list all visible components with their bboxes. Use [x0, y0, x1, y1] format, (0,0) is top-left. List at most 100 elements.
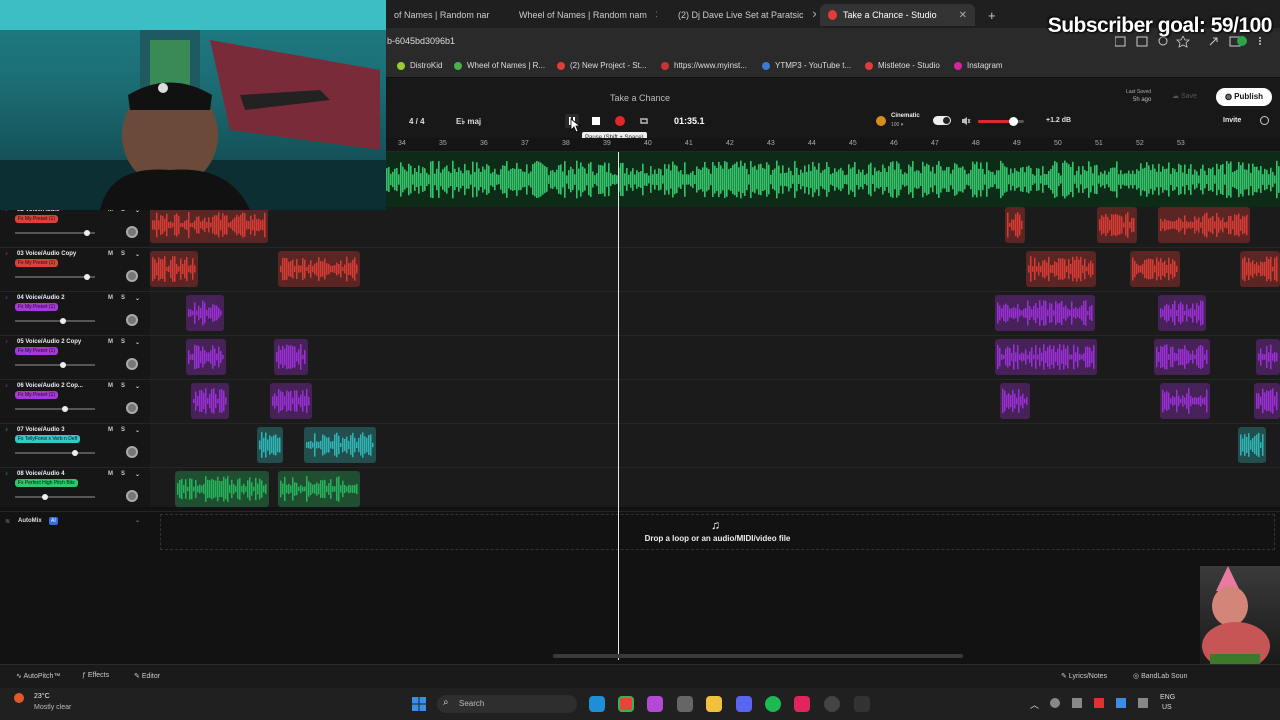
publish-button[interactable]: ◍ Publish: [1216, 88, 1272, 106]
track-name[interactable]: 05 Voice/Audio 2 Copy: [17, 339, 81, 345]
audio-clip[interactable]: [1154, 339, 1210, 375]
taskbar-search[interactable]: ⌕ Search: [437, 695, 577, 713]
audio-clip[interactable]: [1005, 207, 1025, 243]
audio-clip[interactable]: [1238, 427, 1266, 463]
track-volume-slider[interactable]: [15, 494, 95, 500]
file-explorer-icon[interactable]: [706, 696, 722, 712]
spotify-icon[interactable]: [765, 696, 781, 712]
track-lane[interactable]: [150, 336, 1280, 380]
settings-icon[interactable]: [677, 696, 693, 712]
audio-clip[interactable]: [1254, 383, 1280, 419]
track-volume-knob[interactable]: [41, 494, 48, 500]
audio-clip[interactable]: [186, 339, 226, 375]
tab-wheel-of-names-1[interactable]: of Names | Random nar ✕: [386, 4, 498, 26]
audio-clip[interactable]: [1000, 383, 1030, 419]
solo-button[interactable]: S: [121, 427, 125, 433]
timeline-ruler[interactable]: 34 35 36 37 38 39 40 41 42 43 44 45 46 47 48 49 50 51 52 53: [386, 138, 1280, 152]
track-name[interactable]: 08 Voice/Audio 4: [17, 471, 65, 477]
notifications-icon[interactable]: [1260, 116, 1269, 125]
automix-row[interactable]: ≋ AutoMix AI ⌄: [0, 513, 150, 529]
audio-clip[interactable]: [995, 295, 1095, 331]
audio-clip[interactable]: [304, 427, 376, 463]
audio-clip[interactable]: [1130, 251, 1180, 287]
close-icon[interactable]: ✕: [812, 10, 816, 21]
lyrics-notes-button[interactable]: ✎ Lyrics/Notes: [1061, 672, 1107, 680]
stop-icon[interactable]: [589, 114, 603, 128]
track-volume-slider[interactable]: [15, 230, 95, 236]
horizontal-scrollbar[interactable]: [553, 654, 963, 658]
solo-button[interactable]: S: [121, 383, 125, 389]
solo-button[interactable]: S: [121, 471, 125, 477]
track-fx-badge[interactable]: Fx My Preset (1): [15, 391, 58, 399]
track-volume-slider[interactable]: [15, 406, 95, 412]
mute-button[interactable]: M: [108, 251, 113, 257]
audio-clip[interactable]: [1240, 251, 1280, 287]
autopitch-button[interactable]: ∿ AutoPitch™: [16, 672, 60, 680]
track-header[interactable]: ♪ 04 Voice/Audio 2 Fx My Preset (1) M S ⌄: [0, 292, 150, 336]
track-header[interactable]: ♪ 08 Voice/Audio 4 Fx Perfect High Pitch B…: [0, 468, 150, 512]
solo-button[interactable]: S: [121, 339, 125, 345]
track-lane[interactable]: [150, 468, 1280, 512]
track-pan-knob[interactable]: [126, 226, 138, 238]
chevron-down-icon[interactable]: ⌄: [135, 339, 140, 346]
mute-button[interactable]: M: [108, 471, 113, 477]
weather-temp[interactable]: 23°C: [34, 693, 50, 700]
track-fx-badge[interactable]: Fx TellyFonix x Verb n Delf: [15, 435, 81, 443]
audio-clip[interactable]: [191, 383, 229, 419]
record-icon[interactable]: [613, 114, 627, 128]
audio-clip[interactable]: [175, 471, 269, 507]
audio-clip[interactable]: [995, 339, 1097, 375]
track-fx-badge[interactable]: Fx My Preset (1): [15, 303, 58, 311]
track-name[interactable]: 06 Voice/Audio 2 Cop...: [17, 383, 83, 389]
tray-icon[interactable]: [1072, 698, 1082, 708]
discord-icon[interactable]: [736, 696, 752, 712]
url-text[interactable]: b-6045bd3096b1: [387, 36, 455, 46]
chevron-down-icon[interactable]: ⌄: [135, 383, 140, 390]
master-volume-knob[interactable]: [1009, 117, 1018, 126]
track-fx-badge[interactable]: Fx My Preset (1): [15, 347, 58, 355]
track-header[interactable]: ♪ 03 Voice/Audio Copy Fx My Preset (1) M S ⌄: [0, 248, 150, 292]
mute-speaker-icon[interactable]: [961, 116, 971, 126]
audio-clip[interactable]: [274, 339, 308, 375]
track-volume-knob[interactable]: [72, 450, 78, 456]
wifi-icon[interactable]: [1138, 698, 1148, 708]
invite-button[interactable]: Invite: [1223, 117, 1241, 124]
mute-button[interactable]: M: [108, 427, 113, 433]
windows-start-icon[interactable]: [411, 696, 427, 712]
track-header[interactable]: ♪ 07 Voice/Audio 3 Fx TellyFonix x Verb n …: [0, 424, 150, 468]
track-volume-slider[interactable]: [15, 450, 95, 456]
bookmark-mistletoe[interactable]: Mistletoe - Studio: [865, 61, 940, 70]
audio-clip[interactable]: [186, 295, 224, 331]
chevron-down-icon[interactable]: ⌄: [135, 517, 140, 524]
language-bottom[interactable]: US: [1162, 704, 1172, 711]
track-lane[interactable]: [150, 380, 1280, 424]
master-waveform-overview[interactable]: [386, 152, 1280, 207]
track-volume-slider[interactable]: [15, 362, 95, 368]
track-pan-knob[interactable]: [126, 402, 138, 414]
tray-icon[interactable]: [1116, 698, 1126, 708]
chevron-down-icon[interactable]: ⌄: [135, 471, 140, 478]
chrome-icon[interactable]: [618, 696, 634, 712]
track-name[interactable]: 03 Voice/Audio Copy: [17, 251, 76, 257]
close-icon[interactable]: ✕: [655, 10, 657, 21]
bookmark-distrokid[interactable]: DistroKid: [397, 61, 442, 70]
edge-icon[interactable]: [589, 696, 605, 712]
bandlab-sounds-button[interactable]: ◎ BandLab Soun: [1133, 672, 1187, 680]
audio-clip[interactable]: [1160, 383, 1210, 419]
bookmark-wheel-of-names[interactable]: Wheel of Names | R...: [454, 61, 545, 70]
loop-icon[interactable]: [637, 114, 651, 128]
track-fx-badge[interactable]: Fx Perfect High Pitch Bits: [15, 479, 78, 487]
audio-clip[interactable]: [278, 251, 360, 287]
track-header[interactable]: ♪ 05 Voice/Audio 2 Copy Fx My Preset (1) M S…: [0, 336, 150, 380]
audio-clip[interactable]: [150, 251, 198, 287]
weather-description[interactable]: Mostly clear: [34, 704, 71, 711]
tab-dj-dave[interactable]: (2) Dj Dave Live Set at Paratsic ✕: [664, 4, 816, 26]
tab-take-a-chance-studio[interactable]: Take a Chance - Studio ✕: [820, 4, 975, 26]
weather-icon[interactable]: [14, 693, 24, 703]
track-fx-badge[interactable]: Fx My Preset (1): [15, 259, 58, 267]
track-header[interactable]: ♪ 02 Voice/Audio Fx My Preset (1) M S ⌄: [0, 204, 150, 248]
track-pan-knob[interactable]: [126, 314, 138, 326]
track-lanes[interactable]: [150, 207, 1280, 512]
tray-icon[interactable]: [1094, 698, 1104, 708]
chevron-down-icon[interactable]: ⌄: [135, 427, 140, 434]
